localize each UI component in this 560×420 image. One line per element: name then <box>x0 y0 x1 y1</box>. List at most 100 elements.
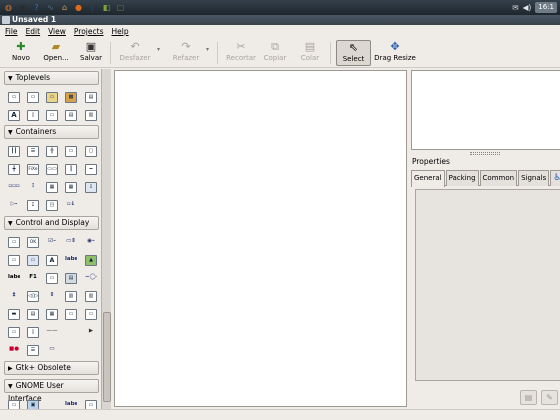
select-mode-button[interactable]: ⇖ Select <box>336 40 371 66</box>
accel-shortcut-widget-icon[interactable]: F1 <box>27 273 39 284</box>
menu-help[interactable]: Help <box>111 27 128 36</box>
tooltips-widget-icon[interactable]: ▭ <box>46 345 58 356</box>
arrow-widget-icon[interactable]: ▶ <box>85 327 97 338</box>
hbutton-box-widget-icon[interactable]: ▫▫▫ <box>8 182 20 193</box>
accel-label-widget-icon[interactable]: label <box>8 273 20 284</box>
statusbar-widget-icon[interactable]: ▤ <box>27 309 39 320</box>
palette-scrollbar-thumb[interactable] <box>103 312 111 402</box>
glade-window-icon[interactable]: ▢ <box>115 2 126 13</box>
menu-view[interactable]: View <box>48 27 66 36</box>
progress-bar-widget-icon[interactable]: ▬ <box>8 309 20 320</box>
tree-view-widget-icon[interactable]: ▥ <box>65 291 77 302</box>
tab-signals[interactable]: Signals <box>518 170 550 186</box>
menu-bar-widget-icon[interactable]: ⇩ <box>85 182 97 193</box>
tab-accessibility[interactable]: ♿ <box>550 170 560 186</box>
gnome-widget-icon[interactable]: ▭ <box>85 400 97 409</box>
file-chooser-button-widget-icon[interactable]: ▭ <box>8 327 20 338</box>
font-button-widget-icon[interactable]: A <box>46 255 58 266</box>
palette-group-gnome-user-interface[interactable]: ▼ GNOME User Interface <box>4 379 99 403</box>
hseparator-widget-icon[interactable]: —— <box>46 327 58 338</box>
image-widget-icon[interactable]: ▲ <box>85 255 97 266</box>
vbox-widget-icon[interactable]: ☰ <box>27 146 39 157</box>
entry-widget-icon[interactable]: ▭ <box>46 273 58 284</box>
menu-projects[interactable]: Projects <box>74 27 104 36</box>
help-icon[interactable]: ? <box>31 2 42 13</box>
firefox-icon[interactable]: ● <box>73 2 84 13</box>
icon-view-widget-icon[interactable]: ▥ <box>85 291 97 302</box>
font-selection-widget-icon[interactable]: A <box>8 110 20 121</box>
file-chooser-widget-icon[interactable]: ▤ <box>85 92 97 103</box>
palette-group-toplevels[interactable]: ▼ Toplevels <box>4 71 99 85</box>
layout-widget-icon[interactable]: ▫↓ <box>65 200 77 211</box>
palette-group-containers[interactable]: ▼ Containers <box>4 125 99 139</box>
radio-button-widget-icon[interactable]: ◉– <box>85 237 97 248</box>
palette-scrollbar[interactable] <box>101 69 111 409</box>
entry-alt-widget-icon[interactable]: ▭ <box>85 309 97 320</box>
window-titlebar[interactable]: Unsaved 1 <box>0 15 560 25</box>
drag-resize-button[interactable]: ✥ Drag Resize <box>374 40 416 66</box>
hbox-widget-icon[interactable]: ┃┃ <box>8 146 20 157</box>
alignment-widget-icon[interactable]: ↧ <box>27 200 39 211</box>
about-dialog-widget-icon[interactable]: ▭ <box>46 92 58 103</box>
color-button-widget-icon[interactable]: ☰ <box>27 345 39 356</box>
table-widget-icon[interactable]: ╬ <box>46 146 58 157</box>
hscrollbar-widget-icon[interactable]: ◁▯▷ <box>27 291 39 302</box>
frame-widget-icon[interactable]: ▢ <box>85 146 97 157</box>
check-button-widget-icon[interactable]: ☑– <box>46 237 58 248</box>
window-widget-icon[interactable]: ▭ <box>8 92 20 103</box>
vbutton-box-widget-icon[interactable]: ⋮ <box>27 182 39 193</box>
vscale-widget-icon[interactable]: ‡ <box>8 291 20 302</box>
clock[interactable]: 16:1 <box>535 2 557 13</box>
notebook-widget-icon[interactable]: ▭ <box>65 146 77 157</box>
expander-widget-icon[interactable]: ▷- <box>8 200 20 211</box>
menu-edit[interactable]: Edit <box>26 27 41 36</box>
save-button[interactable]: ▣ Salvar <box>77 40 105 66</box>
pane-resize-handle[interactable] <box>470 152 500 155</box>
delete-button[interactable]: ▤ <box>520 390 537 405</box>
mail-icon[interactable]: ✉ <box>512 3 518 12</box>
terminal-icon[interactable]: ▣ <box>17 2 28 13</box>
event-box-widget-icon[interactable]: ◳ <box>46 200 58 211</box>
open-button[interactable]: ▰ Open... <box>40 40 72 66</box>
text-view-widget-icon[interactable]: ▤ <box>65 273 77 284</box>
message-dialog-widget-icon[interactable]: ▭ <box>46 110 58 121</box>
redo-history-arrow-icon[interactable]: ▾ <box>206 46 209 53</box>
gnome-href-widget-icon[interactable]: label <box>65 400 77 409</box>
gnome-dialog-widget-icon[interactable]: ▣ <box>27 400 39 409</box>
tab-general[interactable]: General <box>411 170 445 187</box>
menu-file[interactable]: File <box>5 27 18 36</box>
drawing-area-widget-icon[interactable]: ■● <box>8 345 20 356</box>
undo-history-arrow-icon[interactable]: ▾ <box>157 46 160 53</box>
ubuntu-logo-icon[interactable]: ◍ <box>3 2 14 13</box>
recent-chooser-widget-icon[interactable]: ▤ <box>65 110 77 121</box>
button-box-widget-icon[interactable]: ▭▭ <box>46 164 58 175</box>
viewport-widget-icon[interactable]: ▦ <box>65 182 77 193</box>
tab-packing[interactable]: Packing <box>445 170 479 186</box>
edit-button[interactable]: ✎ <box>541 390 558 405</box>
color-selection-widget-icon[interactable]: ▩ <box>65 92 77 103</box>
ruler-widget-icon[interactable]: ▯ <box>27 327 39 338</box>
system-monitor-icon[interactable]: ∿ <box>45 2 56 13</box>
hpaned-widget-icon[interactable]: ╋ <box>8 164 20 175</box>
tab-common[interactable]: Common <box>479 170 518 186</box>
dialog-widget-icon[interactable]: ▭ <box>27 92 39 103</box>
calendar-widget-icon[interactable]: ▦ <box>46 309 58 320</box>
volume-icon[interactable]: ◀) <box>523 3 532 12</box>
assistant-widget-icon[interactable]: ▥ <box>85 110 97 121</box>
cut-button[interactable]: ✂ Recortar <box>224 40 258 66</box>
menu-button-widget-icon[interactable]: ▭ <box>27 255 39 266</box>
gnome-app-widget-icon[interactable]: ▭ <box>8 400 20 409</box>
hscale-widget-icon[interactable]: −◯− <box>85 273 97 284</box>
widget-tree-view[interactable] <box>411 70 560 150</box>
vscrollbar-widget-icon[interactable]: ⇕ <box>46 291 58 302</box>
home-folder-icon[interactable]: ⌂ <box>59 2 70 13</box>
palette-group-gtk-obsolete[interactable]: ▶ Gtk+ Obsolete <box>4 361 99 375</box>
palette-group-control-and-display[interactable]: ▼ Control and Display <box>4 216 99 230</box>
undo-button[interactable]: ↶ Desfazer <box>117 40 153 66</box>
combo-box-widget-icon[interactable]: ▭ <box>8 255 20 266</box>
fixed-widget-icon[interactable]: FiXe <box>27 164 39 175</box>
glade-icon[interactable]: ◧ <box>101 2 112 13</box>
toggle-button-widget-icon[interactable]: OK <box>27 237 39 248</box>
input-dialog-widget-icon[interactable]: ▯ <box>27 110 39 121</box>
new-button[interactable]: ✚ Novo <box>7 40 35 66</box>
